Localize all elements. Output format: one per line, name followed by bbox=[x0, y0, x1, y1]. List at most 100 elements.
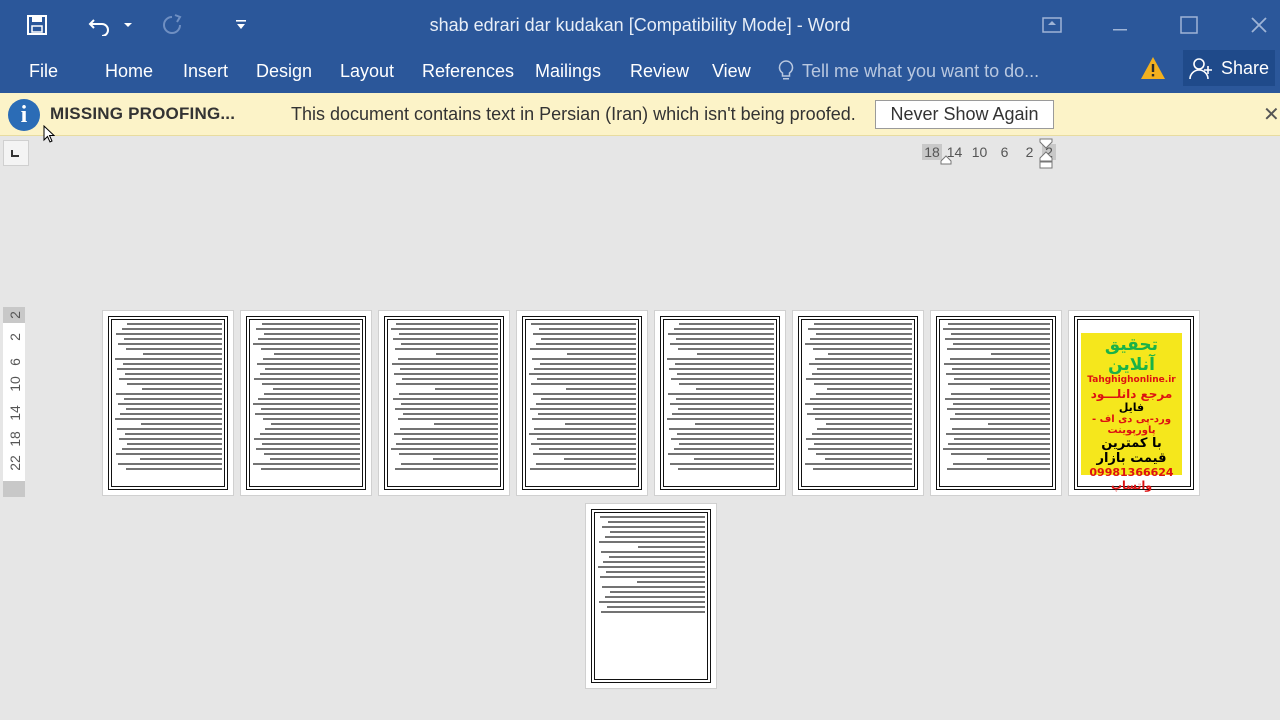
text-line bbox=[123, 338, 222, 340]
vertical-ruler[interactable]: 2 2 6 10 14 18 22 bbox=[3, 307, 25, 497]
text-line bbox=[272, 388, 360, 390]
text-line bbox=[952, 343, 1050, 345]
text-line bbox=[529, 433, 636, 435]
ribbon-tab-bar: File Home Insert Design Layout Reference… bbox=[0, 50, 1280, 93]
share-label: Share bbox=[1221, 57, 1270, 78]
text-line bbox=[126, 443, 222, 445]
text-line bbox=[394, 433, 498, 435]
text-line bbox=[398, 393, 498, 395]
tab-mailings[interactable]: Mailings bbox=[535, 58, 601, 84]
right-indent-marker-icon[interactable] bbox=[940, 155, 952, 165]
text-line bbox=[121, 328, 222, 330]
tab-references[interactable]: References bbox=[422, 58, 514, 84]
tab-stop-selector[interactable] bbox=[3, 140, 29, 166]
text-line bbox=[537, 413, 636, 415]
message-bar-heading: MISSING PROOFING... bbox=[50, 104, 236, 123]
text-line bbox=[530, 348, 636, 350]
page-thumbnail[interactable] bbox=[241, 311, 371, 495]
text-line bbox=[806, 378, 912, 380]
text-line bbox=[121, 448, 222, 450]
text-line bbox=[952, 403, 1050, 405]
text-line bbox=[678, 443, 774, 445]
tab-insert[interactable]: Insert bbox=[183, 58, 228, 84]
text-line bbox=[260, 468, 360, 470]
page-thumbnail[interactable] bbox=[586, 504, 716, 688]
text-line bbox=[261, 383, 360, 385]
ad-reference: مرجع دانلـــود bbox=[1090, 387, 1173, 401]
text-line bbox=[951, 368, 1050, 370]
tab-review[interactable]: Review bbox=[630, 58, 689, 84]
text-line bbox=[826, 388, 912, 390]
ribbon-display-options-button[interactable] bbox=[1035, 10, 1069, 40]
close-message-bar-icon[interactable]: ✕ bbox=[1263, 102, 1280, 127]
page-thumbnail[interactable] bbox=[379, 311, 509, 495]
text-line bbox=[118, 403, 222, 405]
text-line bbox=[954, 413, 1050, 415]
page-thumbnail[interactable] bbox=[517, 311, 647, 495]
text-line bbox=[669, 428, 774, 430]
text-line bbox=[538, 448, 636, 450]
text-line bbox=[667, 358, 774, 360]
text-line bbox=[697, 353, 774, 355]
text-line bbox=[530, 408, 636, 410]
tab-home[interactable]: Home bbox=[105, 58, 153, 84]
person-icon bbox=[1189, 58, 1212, 80]
minimize-button[interactable] bbox=[1103, 10, 1137, 40]
share-button[interactable]: Share bbox=[1183, 50, 1275, 86]
text-line bbox=[947, 468, 1050, 470]
text-line bbox=[116, 453, 222, 455]
text-line bbox=[118, 463, 222, 465]
text-line bbox=[949, 358, 1050, 360]
text-line bbox=[989, 388, 1050, 390]
page-thumbnail[interactable] bbox=[931, 311, 1061, 495]
text-line bbox=[392, 363, 498, 365]
text-line bbox=[119, 378, 222, 380]
text-line bbox=[810, 398, 912, 400]
text-line bbox=[604, 596, 705, 598]
text-line bbox=[396, 383, 498, 385]
text-line bbox=[947, 348, 1050, 350]
text-line bbox=[540, 338, 636, 340]
text-line bbox=[638, 546, 705, 548]
tab-view[interactable]: View bbox=[712, 58, 751, 84]
page-thumbnail[interactable] bbox=[103, 311, 233, 495]
tab-design[interactable]: Design bbox=[256, 58, 312, 84]
text-line bbox=[533, 333, 636, 335]
text-line bbox=[253, 403, 360, 405]
text-line bbox=[564, 423, 636, 425]
text-line bbox=[943, 448, 1050, 450]
text-line bbox=[948, 443, 1050, 445]
page-thumbnail[interactable] bbox=[793, 311, 923, 495]
warning-button[interactable] bbox=[1140, 56, 1166, 85]
text-line bbox=[271, 423, 360, 425]
text-line bbox=[540, 398, 636, 400]
first-line-indent-marker-icon[interactable] bbox=[1039, 138, 1053, 170]
text-line bbox=[400, 463, 498, 465]
page-thumbnail-ad[interactable]: تحقیق آنلاین Tahghighonline.ir مرجع دانل… bbox=[1069, 311, 1199, 495]
text-line bbox=[257, 363, 360, 365]
ruler-number: 14 bbox=[7, 405, 23, 421]
text-line bbox=[812, 408, 912, 410]
text-line bbox=[667, 418, 774, 420]
page-text-block bbox=[390, 323, 498, 473]
tab-file[interactable]: File bbox=[29, 58, 58, 84]
text-line bbox=[811, 373, 912, 375]
text-line bbox=[535, 463, 636, 465]
text-line bbox=[260, 408, 360, 410]
maximize-icon bbox=[1180, 16, 1198, 34]
close-window-button[interactable] bbox=[1242, 10, 1276, 40]
text-line bbox=[263, 393, 360, 395]
text-line bbox=[809, 363, 912, 365]
never-show-again-button[interactable]: Never Show Again bbox=[875, 100, 1054, 129]
text-line bbox=[604, 536, 705, 538]
tell-me-box[interactable]: Tell me what you want to do... bbox=[778, 58, 1039, 84]
text-line bbox=[397, 418, 498, 420]
page-thumbnail[interactable] bbox=[655, 311, 785, 495]
text-line bbox=[394, 373, 498, 375]
text-line bbox=[124, 373, 222, 375]
maximize-button[interactable] bbox=[1172, 10, 1206, 40]
advertisement-image: تحقیق آنلاین Tahghighonline.ir مرجع دانل… bbox=[1081, 333, 1182, 492]
text-line bbox=[393, 338, 498, 340]
text-line bbox=[436, 353, 498, 355]
tab-layout[interactable]: Layout bbox=[340, 58, 394, 84]
